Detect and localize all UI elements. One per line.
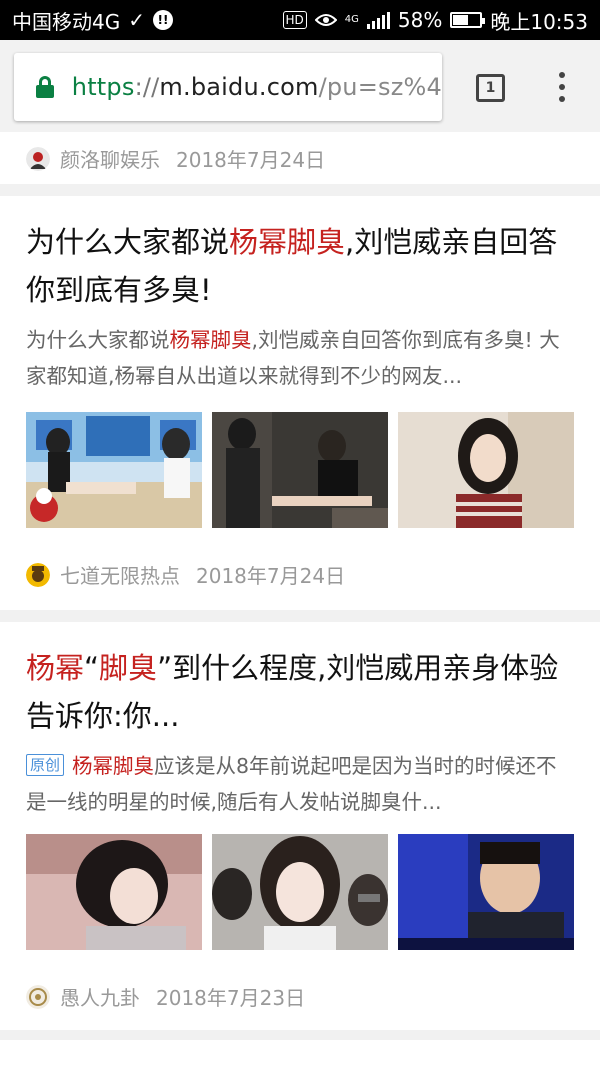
result-card[interactable]: 杨幂“脚臭”到什么程度,刘恺威用亲身体验告诉你:你... 原创 杨幂脚臭应该是从8… [0,622,600,1030]
results-list[interactable]: 颜洛聊娱乐 2018年7月24日 为什么大家都说杨幂脚臭,刘恺威亲自回答你到底有… [0,132,600,1067]
hd-icon: HD [282,11,307,29]
result-source[interactable]: 颜洛聊娱乐 [60,144,160,173]
result-meta: 颜洛聊娱乐 2018年7月24日 [26,144,325,173]
battery-percent: 58% [397,8,443,32]
abstract-text: 为什么大家都说 [26,328,170,352]
result-meta: 愚人九卦 2018年7月23日 [26,982,305,1011]
notification-icon: !! [153,10,173,30]
result-title[interactable]: 杨幂“脚臭”到什么程度,刘恺威用亲身体验告诉你:你... [26,644,576,740]
result-card[interactable] [0,1040,600,1067]
thumbnail-image[interactable] [212,412,388,528]
abstract-highlight: 杨幂脚臭 [169,328,252,352]
title-highlight: 脚臭 [99,651,158,685]
title-text: 为什么大家都说 [26,225,230,259]
carrier-label: 中国移动4G [12,9,121,34]
source-avatar [26,562,50,587]
result-thumbnails [26,834,576,950]
signal-icon [366,11,390,29]
thumbnail-image[interactable] [26,834,202,950]
abstract-highlight: 杨幂脚臭 [72,754,155,778]
result-thumbnails [26,412,576,528]
title-text: “ [84,651,100,685]
result-source[interactable]: 七道无限热点 [60,560,180,589]
overflow-menu-icon[interactable] [552,72,572,102]
battery-icon [450,12,486,28]
eye-icon [314,8,338,32]
url-path: /pu=sz%4 [318,73,442,101]
original-tag: 原创 [26,754,65,776]
network-type-label: 4G [344,14,359,25]
check-icon: ✓ [128,8,145,32]
result-source[interactable]: 愚人九卦 [60,982,140,1011]
result-card[interactable]: 为什么大家都说杨幂脚臭,刘恺威亲自回答你到底有多臭! 为什么大家都说杨幂脚臭,刘… [0,196,600,610]
thumbnail-image[interactable] [212,834,388,950]
result-date: 2018年7月24日 [176,148,326,172]
result-title[interactable]: 为什么大家都说杨幂脚臭,刘恺威亲自回答你到底有多臭! [26,218,576,314]
url-text[interactable]: https://m.baidu.com/pu=sz%4 [72,73,442,101]
result-meta: 七道无限热点 2018年7月24日 [26,560,345,589]
address-bar[interactable]: https://m.baidu.com/pu=sz%4 [14,53,442,121]
source-avatar [26,146,50,171]
status-bar: 中国移动4G ✓ !! HD 4G 58% 晚上10:53 [0,0,600,40]
browser-toolbar: https://m.baidu.com/pu=sz%4 1 [0,40,600,132]
thumbnail-image[interactable] [398,834,574,950]
result-abstract: 为什么大家都说杨幂脚臭,刘恺威亲自回答你到底有多臭! 大家都知道,杨幂自从出道以… [26,322,576,394]
lock-icon [36,76,54,98]
title-highlight: 杨幂脚臭 [229,225,346,259]
url-host: m.baidu.com [159,73,319,101]
result-card[interactable]: 颜洛聊娱乐 2018年7月24日 [0,132,600,184]
source-avatar [26,984,50,1009]
url-separator: :// [134,73,160,101]
clock: 晚上10:53 [490,9,588,34]
title-highlight: 杨幂 [26,651,85,685]
thumbnail-image[interactable] [26,412,202,528]
result-abstract: 原创 杨幂脚臭应该是从8年前说起吧是因为当时的时候还不是一线的明星的时候,随后有人… [26,748,576,820]
result-date: 2018年7月23日 [156,986,306,1010]
url-scheme: https [71,73,135,101]
result-date: 2018年7月24日 [196,564,346,588]
thumbnail-image[interactable] [398,412,574,528]
status-left: 中国移动4G ✓ !! [12,6,173,35]
status-right: HD 4G 58% 晚上10:53 [282,6,588,35]
tab-switcher-button[interactable]: 1 [476,74,505,102]
